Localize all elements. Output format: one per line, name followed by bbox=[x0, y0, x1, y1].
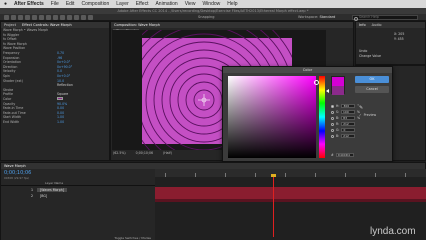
hash-icon: # bbox=[331, 153, 334, 157]
layer-duration-bar[interactable] bbox=[155, 199, 426, 202]
menu-effect[interactable]: Effect bbox=[136, 1, 149, 7]
comp-footer: (62.5%) 0;00;10;06 (Half) bbox=[113, 151, 172, 155]
saturation-radio[interactable] bbox=[331, 110, 334, 114]
menu-edit[interactable]: Edit bbox=[66, 1, 75, 7]
watermark-logo: lynda.com bbox=[370, 226, 416, 237]
ok-button[interactable]: OK bbox=[355, 76, 389, 83]
workspace-select[interactable]: Standard bbox=[319, 15, 335, 19]
text-tool-icon[interactable] bbox=[60, 15, 65, 20]
layer-row[interactable]: 2 [BG] bbox=[1, 193, 155, 199]
apple-icon[interactable]: ● bbox=[4, 1, 7, 7]
timeline-panel: Wave Morph 0;00;10;06 00308 (29.97 fps) … bbox=[0, 162, 426, 240]
undo-action: Change Value bbox=[359, 54, 381, 58]
green-input[interactable]: 0 bbox=[341, 128, 356, 132]
hue-input[interactable]: 300 bbox=[341, 104, 356, 108]
field-row-blue: B: 212 bbox=[331, 133, 391, 139]
dialog-title: Color bbox=[223, 67, 392, 73]
old-color-swatch[interactable] bbox=[332, 86, 344, 95]
snapping-label[interactable]: Snapping bbox=[198, 15, 214, 19]
app-menu[interactable]: After Effects bbox=[14, 1, 44, 7]
shape-tool-icon[interactable] bbox=[46, 15, 51, 20]
new-old-color-preview bbox=[331, 76, 345, 95]
brush-tool-icon[interactable] bbox=[67, 15, 72, 20]
current-time-indicator[interactable] bbox=[271, 174, 276, 237]
hue-radio[interactable] bbox=[331, 104, 334, 108]
clone-tool-icon[interactable] bbox=[74, 15, 79, 20]
brightness-input[interactable]: 83 bbox=[341, 116, 356, 120]
menu-view[interactable]: View bbox=[185, 1, 196, 7]
saturation-brightness-field[interactable] bbox=[228, 76, 319, 158]
effect-controls-panel: Project Effect Controls: Wave Morph Wave… bbox=[0, 21, 110, 161]
composition-tabs: Composition: Wave Morph bbox=[111, 22, 353, 28]
menu-file[interactable]: File bbox=[51, 1, 59, 7]
preview-option[interactable]: ✓ Preview bbox=[359, 113, 376, 117]
pen-tool-icon[interactable] bbox=[53, 15, 58, 20]
hue-slider[interactable] bbox=[319, 76, 325, 158]
hex-row: # D400D4 bbox=[331, 153, 354, 157]
toggle-switches-modes[interactable]: Toggle Switches / Modes bbox=[1, 236, 155, 240]
new-color-swatch bbox=[332, 77, 344, 86]
hue-slider-arrow-icon[interactable] bbox=[326, 89, 329, 93]
menu-composition[interactable]: Composition bbox=[81, 1, 109, 7]
blue-input[interactable]: 212 bbox=[341, 134, 356, 138]
layer-name-header: Layer Name bbox=[1, 181, 155, 186]
saturation-input[interactable]: 100 bbox=[341, 110, 356, 114]
preview-label: Preview bbox=[363, 113, 377, 117]
eraser-tool-icon[interactable] bbox=[81, 15, 86, 20]
magnification-select[interactable]: (62.5%) bbox=[113, 151, 126, 155]
tools-bar: Snapping Workspace: Standard Search Help bbox=[0, 14, 426, 21]
effect-properties: Wave Morph • Waves Morph fx Wiggler fx O… bbox=[1, 28, 109, 160]
layer-duration-bar[interactable] bbox=[155, 187, 426, 199]
blue-radio[interactable] bbox=[331, 134, 334, 138]
tab-info[interactable]: Info bbox=[359, 22, 366, 28]
menu-animation[interactable]: Animation bbox=[155, 1, 177, 7]
frame-info: 00308 (29.97 fps) bbox=[4, 176, 30, 180]
rotate-tool-icon[interactable] bbox=[25, 15, 30, 20]
menu-bar: ● After Effects File Edit Composition La… bbox=[0, 0, 426, 8]
red-radio[interactable] bbox=[331, 122, 334, 126]
color-dialog: Color OK Cancel H: 300 ° S: 100% B: 83% R: 21… bbox=[222, 66, 393, 162]
cursor-y-readout: Y: 455 bbox=[394, 37, 404, 41]
search-help-input[interactable]: Search Help bbox=[352, 15, 418, 21]
layer-outline: 0;00;10;06 00308 (29.97 fps) Layer Name … bbox=[1, 169, 155, 240]
cancel-button[interactable]: Cancel bbox=[355, 86, 389, 93]
menu-window[interactable]: Window bbox=[202, 1, 220, 7]
eyedropper-icon[interactable]: ✎ bbox=[359, 105, 363, 111]
menu-layer[interactable]: Layer bbox=[116, 1, 129, 7]
preview-checkbox-icon[interactable]: ✓ bbox=[359, 113, 362, 117]
hand-tool-icon[interactable] bbox=[11, 15, 16, 20]
pan-behind-tool-icon[interactable] bbox=[39, 15, 44, 20]
info-panel: Info Audio X: 205 Y: 455 Undo Change Val… bbox=[355, 21, 426, 65]
layer-name[interactable]: [BG] bbox=[37, 194, 50, 198]
layer-name[interactable]: [Waves Morph] bbox=[37, 188, 67, 192]
selection-tool-icon[interactable] bbox=[4, 15, 9, 20]
camera-tool-icon[interactable] bbox=[32, 15, 37, 20]
tab-audio[interactable]: Audio bbox=[372, 22, 382, 28]
zoom-tool-icon[interactable] bbox=[18, 15, 23, 20]
menu-help[interactable]: Help bbox=[227, 1, 237, 7]
resolution-select[interactable]: (Half) bbox=[163, 151, 172, 155]
time-ruler[interactable] bbox=[155, 169, 426, 177]
property-row[interactable]: End Width 1.00 bbox=[1, 120, 109, 125]
hex-input[interactable]: D400D4 bbox=[335, 153, 354, 157]
workspace-label: Workspace: Standard bbox=[298, 15, 336, 19]
red-input[interactable]: 212 bbox=[341, 122, 356, 126]
color-swatch[interactable] bbox=[57, 96, 63, 100]
tab-composition[interactable]: Composition: Wave Morph bbox=[114, 22, 160, 28]
green-radio[interactable] bbox=[331, 128, 334, 132]
brightness-radio[interactable] bbox=[331, 116, 334, 120]
puppet-tool-icon[interactable] bbox=[88, 15, 93, 20]
comp-timecode[interactable]: 0;00;10;06 bbox=[136, 151, 153, 155]
